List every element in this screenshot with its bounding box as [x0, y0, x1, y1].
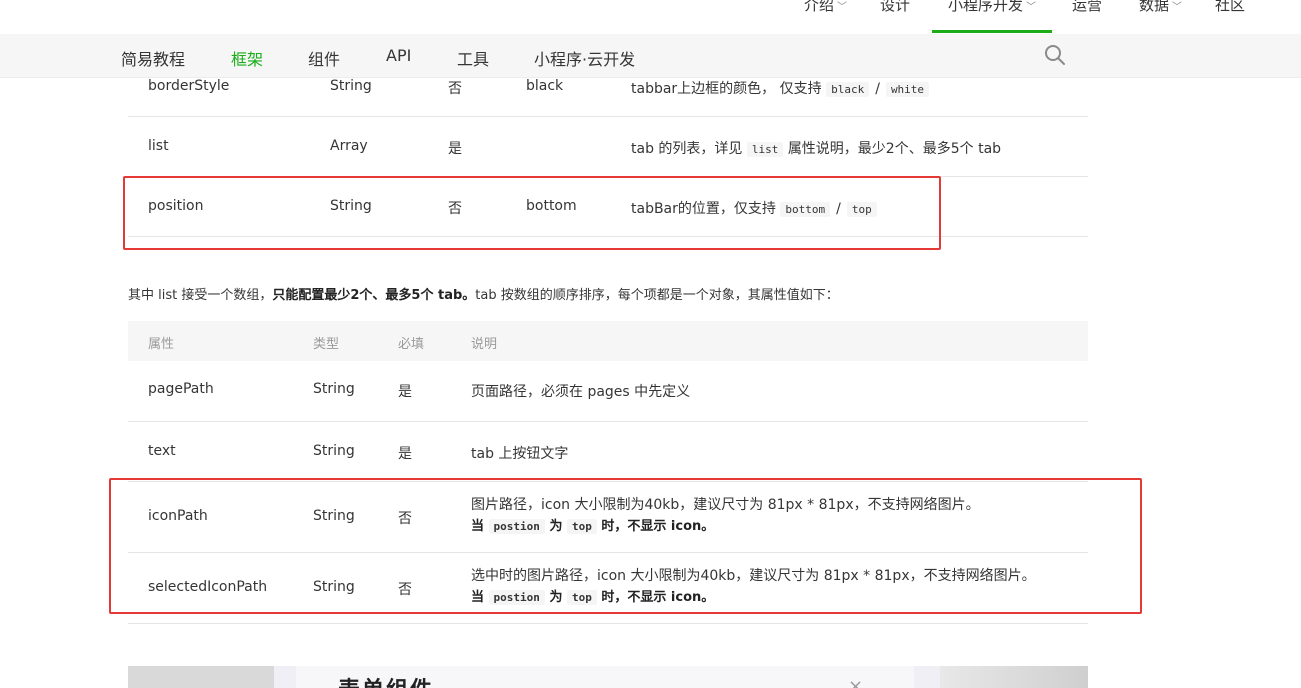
prop-default: black	[526, 78, 564, 94]
prop-type: String	[313, 381, 355, 397]
prop-desc: tabbar上边框的颜色， 仅支持 black / white	[631, 78, 930, 98]
subnav-item-tutorial[interactable]: 简易教程	[121, 46, 185, 70]
subnav-item-cloud[interactable]: 小程序·云开发	[534, 46, 635, 70]
code-token: list	[746, 142, 784, 157]
preview-divider	[914, 666, 940, 688]
code-token: black	[826, 82, 870, 97]
prop-required: 是	[448, 141, 462, 157]
search-icon[interactable]	[1044, 44, 1066, 66]
prop-required: 是	[398, 384, 412, 400]
table-header: 属性 类型 必填 说明	[128, 321, 1088, 361]
topnav-item-dev[interactable]: 小程序开发 ﹀	[948, 0, 1036, 15]
preview-image-right	[940, 666, 1088, 688]
prop-name: borderStyle	[148, 78, 230, 94]
table-row: list Array 是 tab 的列表，详见 list 属性说明，最少2个、最…	[128, 117, 1088, 177]
prop-type: String	[313, 443, 355, 459]
header-required: 必填	[398, 337, 425, 352]
prop-desc: 页面路径，必须在 pages 中先定义	[471, 384, 691, 400]
subnav-item-components[interactable]: 组件	[308, 46, 340, 70]
chevron-down-icon: ﹀	[837, 2, 848, 13]
prop-desc: tab 的列表，详见 list 属性说明，最少2个、最多5个 tab	[631, 141, 1002, 157]
header-attr: 属性	[148, 337, 175, 352]
prop-type: String	[330, 78, 372, 94]
prop-required: 是	[398, 446, 412, 462]
topnav-item-operation[interactable]: 运营	[1072, 0, 1102, 15]
sub-nav: 简易教程 框架 组件 API 工具 小程序·云开发	[0, 34, 1301, 78]
table-row: borderStyle String 否 black tabbar上边框的颜色，…	[128, 78, 1088, 117]
active-tab-indicator	[932, 30, 1052, 33]
preview-title: 表单组件	[338, 672, 434, 688]
table-row: pagePath String 是 页面路径，必须在 pages 中先定义	[128, 361, 1088, 422]
prop-name: text	[148, 443, 176, 459]
prop-desc: tab 上按钮文字	[471, 446, 569, 462]
subnav-item-tools[interactable]: 工具	[457, 46, 489, 70]
subnav-item-framework[interactable]: 框架	[231, 46, 263, 70]
prop-type: Array	[330, 138, 368, 154]
bottom-preview: 表单组件 ×	[128, 666, 1088, 688]
code-token: white	[885, 82, 930, 97]
topnav-item-design[interactable]: 设计	[880, 0, 910, 15]
prop-name: list	[148, 138, 169, 154]
highlight-box	[123, 176, 941, 250]
highlight-box	[109, 478, 1142, 614]
chevron-down-icon: ﹀	[1026, 2, 1037, 13]
preview-divider	[274, 666, 296, 688]
prop-required: 否	[448, 81, 462, 97]
prop-name: pagePath	[148, 381, 214, 397]
top-nav: 介绍 ﹀ 设计 小程序开发 ﹀ 运营 数据 ﹀ 社区	[0, 0, 1301, 34]
header-desc: 说明	[471, 337, 498, 352]
chevron-down-icon: ﹀	[1172, 2, 1183, 13]
topnav-item-data[interactable]: 数据 ﹀	[1139, 0, 1182, 15]
subnav-item-api[interactable]: API	[386, 46, 411, 65]
topnav-item-community[interactable]: 社区	[1215, 0, 1245, 15]
close-icon[interactable]: ×	[848, 676, 863, 688]
topnav-item-intro[interactable]: 介绍 ﹀	[804, 0, 847, 15]
header-type: 类型	[313, 337, 340, 352]
description-paragraph: 其中 list 接受一个数组，只能配置最少2个、最多5个 tab。tab 按数组…	[128, 288, 839, 303]
table-row: text String 是 tab 上按钮文字	[128, 422, 1088, 482]
preview-image-left	[128, 666, 274, 688]
